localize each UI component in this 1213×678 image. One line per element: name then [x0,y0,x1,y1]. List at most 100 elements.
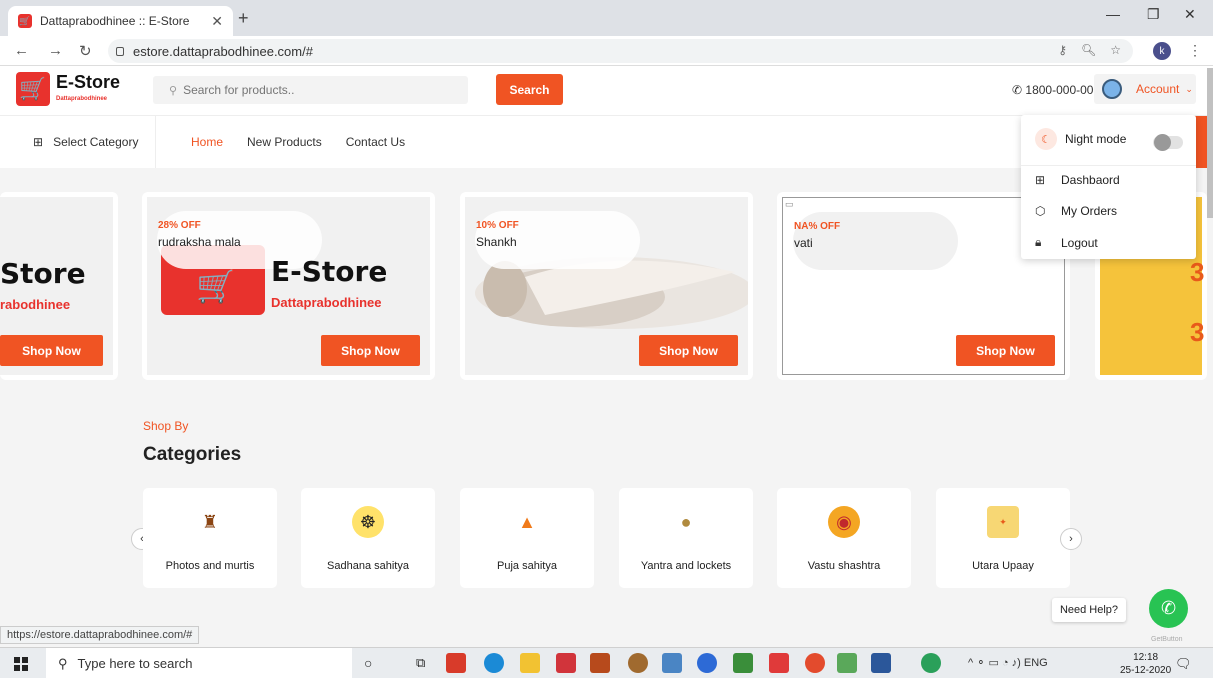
category-card[interactable]: ✦ Utara Upaay [936,488,1070,588]
url-text: estore.dattaprabodhinee.com/# [133,43,313,59]
grid-icon: ⊞ [33,135,44,149]
nav-contact-us[interactable]: Contact Us [346,135,405,149]
toggle-knob [1154,134,1171,151]
edge-icon[interactable] [484,653,504,673]
slide-art-subtitle: rabodhinee [0,297,71,312]
shop-now-button[interactable]: Shop Now [321,335,420,366]
select-category-button[interactable]: ⊞ Select Category [0,116,156,168]
profile-avatar[interactable]: k [1153,42,1171,60]
scrollbar[interactable] [1207,68,1213,218]
taskbar-search[interactable]: ⚲ Type here to search [46,648,352,678]
restore-icon[interactable]: ❐ [1147,6,1160,23]
app-icon[interactable] [769,653,789,673]
menu-item-dashboard[interactable]: ⊞ Dashbaord [1035,173,1120,187]
file-explorer-icon[interactable] [520,653,540,673]
minimize-icon[interactable]: — [1106,6,1120,22]
browser-tab[interactable]: 🛒 Dattaprabodhinee :: E-Store ✕ [8,6,233,36]
word-icon[interactable] [871,653,891,673]
key-icon[interactable]: ⚷ [1058,43,1067,57]
cart-glyph-icon: 🛒 [196,268,236,304]
category-card[interactable]: ☸ Sadhana sahitya [301,488,435,588]
app-icon[interactable] [446,653,466,673]
menu-item-label: My Orders [1061,204,1118,218]
app-icon[interactable] [628,653,648,673]
star-icon[interactable]: ☆ [1110,43,1121,57]
chrome-icon[interactable] [805,653,825,673]
category-label: Puja sahitya [497,560,557,572]
search-icon: ⚲ [58,655,68,671]
logo-subtitle: Dattaprabodhinee [56,96,108,102]
fire-altar-icon: ▲ [518,511,536,532]
time: 12:18 [1133,652,1159,663]
close-window-icon[interactable]: ✕ [1184,6,1196,23]
select-category-label: Select Category [53,135,139,149]
browser-tab-strip: 🛒 Dattaprabodhinee :: E-Store ✕ + — ❐ ✕ [0,0,1213,36]
notification-icon[interactable]: 🗨︎ [1175,656,1192,672]
phone-number[interactable]: ✆ 1800-000-000 [1012,83,1100,97]
slide-art-mark: 3 [1190,317,1205,347]
offer-percent: 28% OFF [158,220,201,231]
product-name: rudraksha mala [158,235,241,249]
url-field[interactable]: estore.dattaprabodhinee.com/# ⚷ 🔍︎ ☆ [108,39,1133,63]
app-icon[interactable] [733,653,753,673]
app-icon[interactable] [556,653,576,673]
zoom-icon[interactable]: 🔍︎ [1081,43,1096,57]
category-card[interactable]: ◉ Vastu shashtra [777,488,911,588]
app-icon[interactable] [921,653,941,673]
product-name: vati [794,236,813,250]
date: 25-12-2020 [1120,665,1172,676]
whatsapp-icon[interactable]: ✆ [1149,589,1188,628]
next-arrow-icon[interactable]: › [1060,528,1082,550]
product-name: Shankh [476,235,517,249]
status-url: https://estore.dattaprabodhinee.com/# [0,626,200,644]
nav-home[interactable]: Home [191,135,223,149]
language-indicator: ENG [1023,657,1048,669]
menu-item-label: Logout [1061,235,1098,250]
shop-now-button[interactable]: Shop Now [956,335,1055,366]
broken-image-icon: ▭ [785,199,794,209]
app-icon[interactable] [837,653,857,673]
user-avatar-icon [1102,79,1122,99]
cart-logo-icon[interactable]: 🛒 [16,72,50,106]
new-tab-button[interactable]: + [238,8,249,29]
app-icon[interactable] [662,653,682,673]
night-mode-label: Night mode [1065,132,1127,146]
murti-icon: ♜ [201,511,219,532]
reload-icon[interactable]: ↻ [79,42,92,60]
need-help-bubble[interactable]: Need Help? [1052,598,1126,622]
task-view-icon[interactable]: ⧉ [416,655,425,671]
category-card[interactable]: ♜ Photos and murtis [143,488,277,588]
logo-title[interactable]: E-Store [56,72,120,93]
account-button[interactable]: Account ⌄ [1094,74,1196,104]
night-mode-toggle[interactable] [1153,134,1183,151]
cortana-icon[interactable]: ○ [364,655,372,671]
clock[interactable]: 12:18 25-12-2020 [1120,651,1171,677]
windows-start-icon[interactable] [14,657,28,671]
forward-icon[interactable]: → [48,42,63,59]
menu-item-my-orders[interactable]: ⬡ My Orders [1035,204,1117,218]
night-mode-row[interactable]: ☾ Night mode [1035,128,1126,150]
nav-new-products[interactable]: New Products [247,135,322,149]
main-nav: Home New Products Contact Us [191,135,405,149]
slide-card: Store rabodhinee Shop Now [0,192,118,380]
divider [1021,165,1196,166]
menu-item-logout[interactable]: 🔒︎ Logout [1035,235,1098,250]
category-label: Sadhana sahitya [327,560,409,572]
close-tab-icon[interactable]: ✕ [211,13,223,30]
store-icon[interactable] [590,653,610,673]
category-card[interactable]: ▲ Puja sahitya [460,488,594,588]
section-kicker: Shop By [143,419,189,433]
category-label: Yantra and lockets [640,560,732,572]
app-icon[interactable] [697,653,717,673]
shop-now-button[interactable]: Shop Now [639,335,738,366]
search-input[interactable] [183,83,444,97]
browser-menu-icon[interactable]: ⋮ [1188,42,1202,59]
offer-percent: 10% OFF [476,220,519,231]
account-label: Account [1136,82,1180,96]
back-icon[interactable]: ← [14,42,29,59]
vastu-icon: ◉ [828,506,860,538]
search-button[interactable]: Search [496,74,563,105]
system-tray[interactable]: ^ ⚬ ▭ ◔ ♪) ENG [968,656,1048,669]
category-card[interactable]: ● Yantra and lockets [619,488,753,588]
shop-now-button[interactable]: Shop Now [0,335,103,366]
